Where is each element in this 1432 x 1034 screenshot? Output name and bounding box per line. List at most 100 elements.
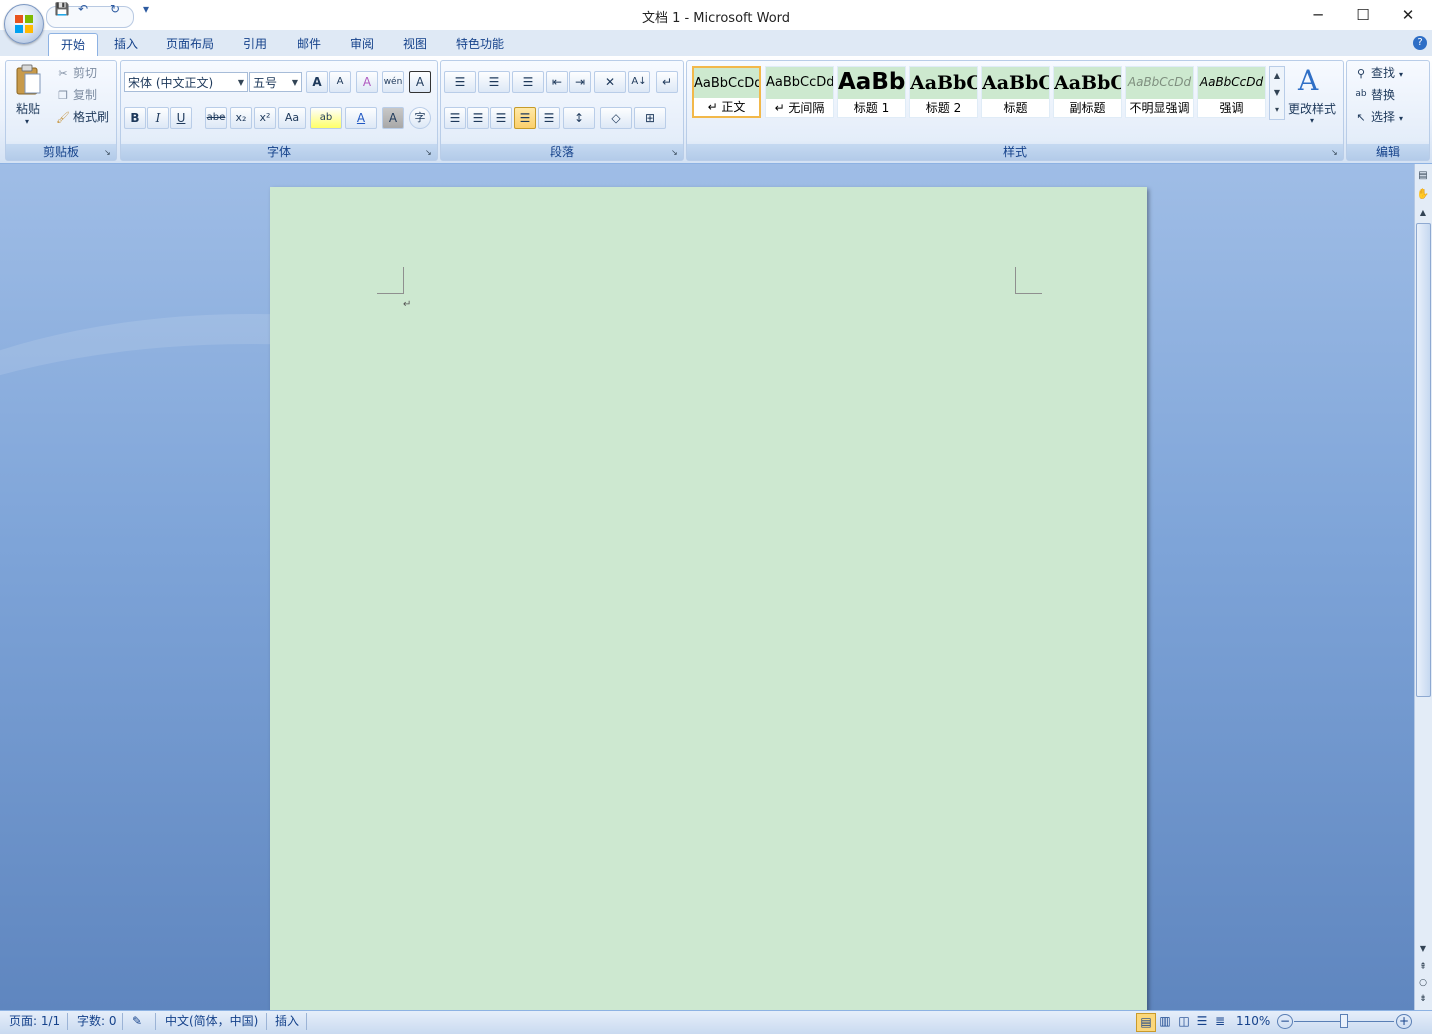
maximize-button[interactable]: ☐ — [1340, 0, 1386, 30]
clear-format-button[interactable]: A — [356, 71, 378, 93]
align-right-button[interactable]: ☰ — [490, 107, 512, 129]
change-case-button[interactable]: Aa — [278, 107, 306, 129]
zoom-level[interactable]: 110% — [1236, 1013, 1270, 1030]
zoom-in-icon[interactable]: + — [1396, 1014, 1412, 1029]
shading-button[interactable]: ◇ — [600, 107, 632, 129]
chinese-layout-button[interactable]: ✕ — [594, 71, 626, 93]
style-heading-2[interactable]: AaBbC 标题 2 — [909, 66, 978, 118]
show-hide-marks-button[interactable]: ↵ — [656, 71, 678, 93]
decrease-indent-button[interactable]: ⇤ — [546, 71, 568, 93]
font-name-combo[interactable]: 宋体 (中文正文) ▼ — [124, 72, 248, 92]
word-count[interactable]: 字数: 0 — [77, 1013, 117, 1030]
select-button[interactable]: ↖ 选择 ▾ — [1354, 108, 1403, 125]
full-screen-reading-icon[interactable]: ▥ — [1156, 1013, 1174, 1030]
line-spacing-button[interactable]: ↕ — [563, 107, 595, 129]
copy-button[interactable]: ❐ 复制 — [56, 86, 97, 103]
web-layout-icon[interactable]: ◫ — [1175, 1013, 1193, 1030]
dialog-launcher-icon[interactable]: ↘ — [671, 148, 680, 157]
proofing-icon[interactable]: ✎ — [132, 1013, 142, 1030]
gallery-more-icon[interactable]: ▾ — [1270, 101, 1284, 118]
customize-qat-icon[interactable]: ▾ — [138, 2, 154, 18]
zoom-slider-thumb[interactable] — [1340, 1014, 1348, 1028]
character-border-button[interactable]: A — [409, 71, 431, 93]
change-styles-button[interactable]: A 更改样式 ▾ — [1288, 62, 1338, 130]
style-title[interactable]: AaBbC 标题 — [981, 66, 1050, 118]
tab-special[interactable]: 特色功能 — [444, 33, 516, 55]
zoom-out-icon[interactable]: − — [1277, 1014, 1293, 1029]
replace-button[interactable]: ab 替换 — [1354, 86, 1395, 103]
format-painter-button[interactable]: 🖌 格式刷 — [56, 108, 109, 125]
distributed-button[interactable]: ☰ — [538, 107, 560, 129]
page-count[interactable]: 页面: 1/1 — [9, 1013, 60, 1030]
ruler-toggle-icon[interactable]: ▤ — [1416, 170, 1430, 184]
borders-button[interactable]: ⊞ — [634, 107, 666, 129]
style-no-spacing[interactable]: AaBbCcDd ↵ 无间隔 — [765, 66, 834, 118]
bullets-button[interactable]: ☰ — [444, 71, 476, 93]
insert-mode-indicator[interactable]: 插入 — [275, 1013, 299, 1030]
bold-button[interactable]: B — [124, 107, 146, 129]
align-left-button[interactable]: ☰ — [444, 107, 466, 129]
style-preview: AaBbCcDd — [1199, 75, 1264, 89]
style-normal[interactable]: AaBbCcDd ↵ 正文 — [692, 66, 761, 118]
tab-home[interactable]: 开始 — [48, 33, 99, 57]
cut-button[interactable]: ✂ 剪切 — [56, 64, 97, 81]
hand-icon[interactable]: ✋ — [1416, 189, 1430, 203]
minimize-button[interactable]: ─ — [1295, 0, 1341, 30]
draft-view-icon[interactable]: ≣ — [1211, 1013, 1229, 1030]
superscript-button[interactable]: x² — [254, 107, 276, 129]
print-layout-view-icon[interactable]: ▤ — [1136, 1013, 1156, 1032]
phonetic-guide-button[interactable]: wén — [382, 71, 404, 93]
enclose-characters-button[interactable]: 字 — [409, 107, 431, 129]
previous-page-icon[interactable]: ⇞ — [1416, 962, 1430, 976]
styles-gallery-scroll[interactable]: ▲ ▼ ▾ — [1269, 66, 1285, 120]
shrink-font-button[interactable]: A — [329, 71, 351, 93]
office-button[interactable] — [4, 4, 44, 44]
tab-page-layout[interactable]: 页面布局 — [154, 33, 226, 55]
outline-view-icon[interactable]: ☰ — [1193, 1013, 1211, 1030]
save-icon[interactable]: 💾 — [54, 2, 70, 18]
scrollbar-thumb[interactable] — [1416, 223, 1431, 697]
next-page-icon[interactable]: ⇟ — [1416, 994, 1430, 1008]
language-indicator[interactable]: 中文(简体，中国) — [165, 1013, 258, 1030]
multilevel-list-button[interactable]: ☰ — [512, 71, 544, 93]
subscript-button[interactable]: x₂ — [230, 107, 252, 129]
style-subtle-emphasis[interactable]: AaBbCcDd 不明显强调 — [1125, 66, 1194, 118]
redo-icon[interactable]: ↻ — [107, 2, 123, 18]
style-subtitle[interactable]: AaBbC 副标题 — [1053, 66, 1122, 118]
sort-button[interactable]: A↓ — [628, 71, 650, 93]
character-shading-button[interactable]: A — [382, 107, 404, 129]
undo-icon[interactable]: ↶ — [75, 2, 91, 18]
strikethrough-button[interactable]: abe — [205, 107, 227, 129]
justify-button[interactable]: ☰ — [514, 107, 536, 129]
paste-button[interactable]: 粘贴 ▾ — [14, 64, 46, 126]
center-button[interactable]: ☰ — [467, 107, 489, 129]
numbering-button[interactable]: ☰ — [478, 71, 510, 93]
highlight-button[interactable]: ab — [310, 107, 342, 129]
chevron-down-icon[interactable]: ▼ — [1270, 84, 1284, 101]
close-button[interactable]: ✕ — [1385, 0, 1431, 30]
tab-review[interactable]: 审阅 — [338, 33, 386, 55]
font-color-button[interactable]: A — [345, 107, 377, 129]
select-browse-object-icon[interactable]: ○ — [1416, 978, 1430, 992]
tab-references[interactable]: 引用 — [231, 33, 279, 55]
dialog-launcher-icon[interactable]: ↘ — [104, 148, 113, 157]
tab-view[interactable]: 视图 — [391, 33, 439, 55]
dialog-launcher-icon[interactable]: ↘ — [1331, 148, 1340, 157]
scroll-up-icon[interactable]: ▲ — [1416, 208, 1430, 222]
help-icon[interactable]: ? — [1413, 36, 1427, 50]
scroll-down-icon[interactable]: ▼ — [1416, 944, 1430, 958]
chevron-up-icon[interactable]: ▲ — [1270, 67, 1284, 84]
status-separator — [122, 1013, 123, 1030]
dialog-launcher-icon[interactable]: ↘ — [425, 148, 434, 157]
style-emphasis[interactable]: AaBbCcDd 强调 — [1197, 66, 1266, 118]
italic-button[interactable]: I — [147, 107, 169, 129]
underline-button[interactable]: U — [170, 107, 192, 129]
document-page[interactable]: ↵ — [270, 187, 1147, 1017]
grow-font-button[interactable]: A — [306, 71, 328, 93]
find-button[interactable]: ⚲ 查找 ▾ — [1354, 64, 1403, 81]
tab-insert[interactable]: 插入 — [102, 33, 150, 55]
tab-mailings[interactable]: 邮件 — [285, 33, 333, 55]
increase-indent-button[interactable]: ⇥ — [569, 71, 591, 93]
style-heading-1[interactable]: AaBb 标题 1 — [837, 66, 906, 118]
font-size-combo[interactable]: 五号 ▼ — [249, 72, 302, 92]
